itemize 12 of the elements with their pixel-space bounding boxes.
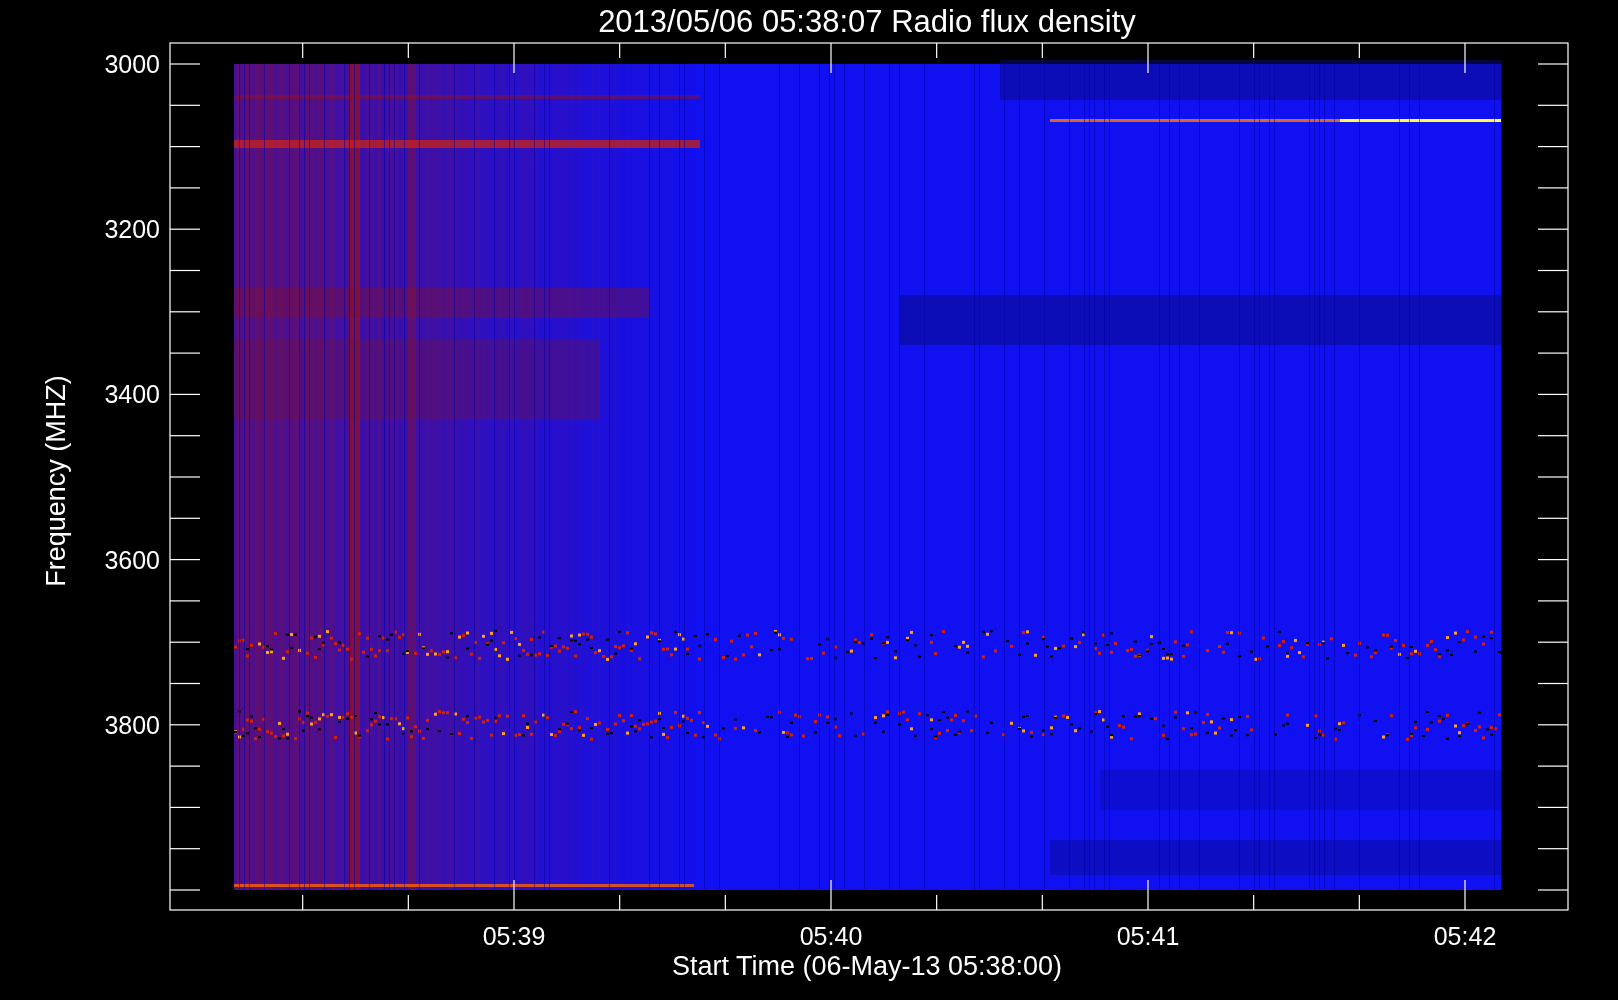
- y-tick-label: 3200: [104, 215, 160, 244]
- y-tick-label: 3000: [104, 50, 160, 78]
- x-tick-label: 05:40: [799, 922, 863, 950]
- x-axis-title: Start Time (06-May-13 05:38:00): [671, 951, 1063, 981]
- x-tick-label: 05:39: [482, 922, 546, 950]
- x-tick-label: 05:41: [1116, 922, 1180, 950]
- x-tick-label: 05:42: [1433, 922, 1497, 950]
- y-tick-label: 3800: [104, 710, 160, 739]
- y-tick-label: 3400: [104, 380, 160, 409]
- y-axis-title: Frequency (MHZ): [41, 375, 71, 587]
- y-tick-label: 3600: [104, 545, 160, 574]
- chart-title: 2013/05/06 05:38:07 Radio flux density: [598, 4, 1136, 39]
